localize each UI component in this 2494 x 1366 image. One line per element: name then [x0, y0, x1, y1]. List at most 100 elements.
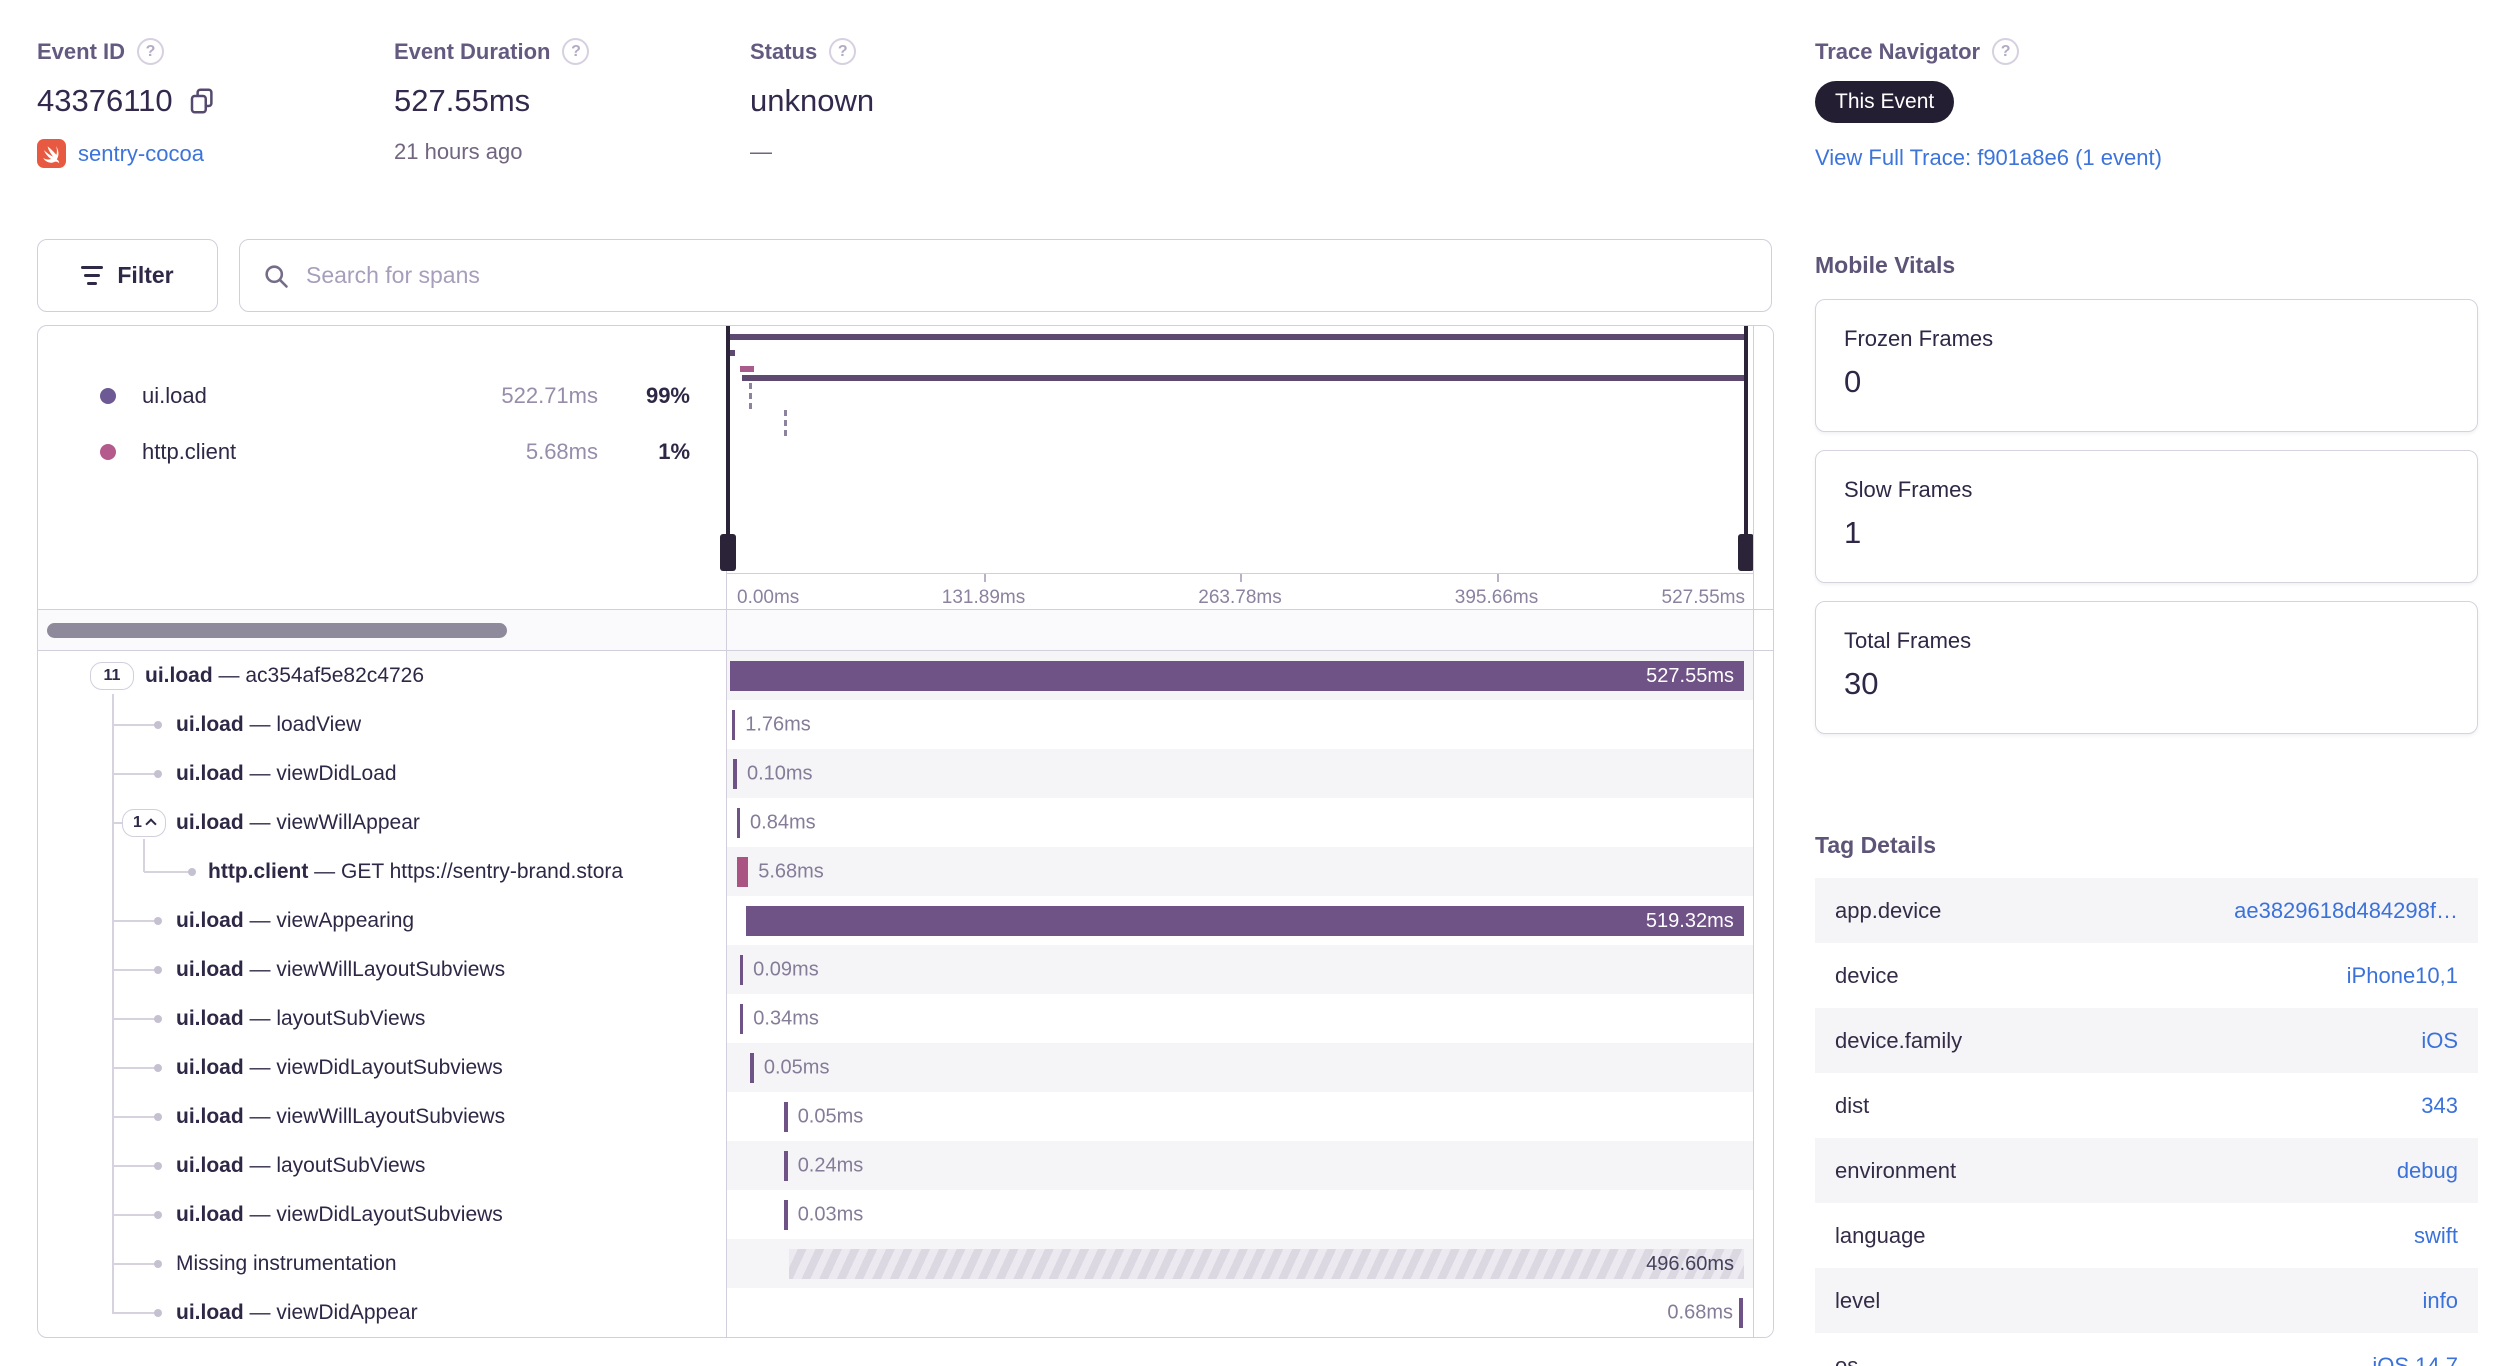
tag-key: device [1835, 962, 1899, 988]
tag-value-link[interactable]: iOS 14.7 [1858, 1353, 2458, 1366]
scroll-gutter-cell [1753, 798, 1773, 847]
span-tree-cell: 1 ui.load — viewWillAppear [38, 798, 727, 847]
span-duration-label: 0.10ms [746, 762, 813, 784]
span-duration-bar[interactable] [739, 1003, 744, 1034]
legend-op-duration: 5.68ms [525, 439, 598, 464]
scroll-gutter-cell [1753, 700, 1773, 749]
span-tree-cell: ui.load — viewDidLayoutSubviews [38, 1190, 727, 1239]
help-icon[interactable]: ? [1992, 38, 2020, 65]
span-bar-cell: 0.05ms [727, 1092, 1753, 1141]
span-row[interactable]: 1 ui.load — viewWillAppear 0.84ms [38, 798, 1773, 847]
filter-button[interactable]: Filter [37, 239, 218, 312]
minimap-right-handle-grip[interactable] [1738, 534, 1754, 571]
span-tree-cell: ui.load — viewWillLayoutSubviews [38, 945, 727, 994]
span-duration-bar[interactable] [733, 758, 737, 789]
legend-op-percent: 99% [645, 383, 690, 408]
help-icon[interactable]: ? [137, 38, 165, 65]
span-row[interactable]: ui.load — viewDidLayoutSubviews 0.05ms [38, 1043, 1773, 1092]
span-duration-bar[interactable] [737, 856, 749, 887]
minimap-canvas[interactable] [720, 326, 1754, 573]
span-label: ui.load — viewDidLayoutSubviews [176, 1202, 503, 1226]
op-color-dot [100, 388, 116, 404]
vital-card[interactable]: Slow Frames 1 [1815, 450, 2478, 583]
span-row[interactable]: Missing instrumentation 496.60ms [38, 1239, 1773, 1288]
vertical-scroll-gutter[interactable] [1753, 326, 1773, 609]
span-row[interactable]: ui.load — layoutSubViews 0.34ms [38, 994, 1773, 1043]
span-row[interactable]: ui.load — viewDidLayoutSubviews 0.03ms [38, 1190, 1773, 1239]
tag-value-link[interactable]: iPhone10,1 [1899, 963, 2458, 989]
span-tree-cell: Missing instrumentation [38, 1239, 727, 1288]
span-duration-bar[interactable] [731, 709, 736, 740]
span-row[interactable]: ui.load — loadView 1.76ms [38, 700, 1773, 749]
minimap-left-handle[interactable] [726, 326, 730, 536]
span-bar-cell: 519.32ms [727, 896, 1753, 945]
trace-navigator-label: Trace Navigator [1815, 38, 1981, 64]
span-bar-cell: 0.03ms [727, 1190, 1753, 1239]
search-input[interactable] [306, 262, 1749, 289]
vital-card[interactable]: Total Frames 30 [1815, 601, 2478, 734]
span-duration-bar[interactable] [784, 1101, 788, 1132]
op-color-dot [100, 444, 116, 460]
tree-connector [112, 968, 158, 971]
vital-card-label: Slow Frames [1844, 477, 1973, 502]
copy-icon[interactable] [187, 86, 217, 116]
tag-details-title: Tag Details [1815, 832, 1936, 858]
legend-op-label: ui.load [142, 383, 207, 408]
span-row[interactable]: ui.load — viewWillLayoutSubviews 0.05ms [38, 1092, 1773, 1141]
tag-row: dist 343 [1815, 1073, 2478, 1138]
span-label: ui.load — layoutSubViews [176, 1153, 426, 1177]
span-duration-bar[interactable]: 496.60ms [789, 1248, 1744, 1279]
tag-value-link[interactable]: iOS [1962, 1028, 2458, 1054]
span-row[interactable]: ui.load — layoutSubViews 0.24ms [38, 1141, 1773, 1190]
vital-card[interactable]: Frozen Frames 0 [1815, 299, 2478, 432]
span-duration-bar[interactable]: 527.55ms [730, 660, 1744, 691]
view-full-trace-link[interactable]: View Full Trace: f901a8e6 (1 event) [1815, 145, 2162, 170]
span-duration-bar[interactable] [784, 1150, 788, 1181]
span-tree-cell: ui.load — layoutSubViews [38, 1141, 727, 1190]
axis-tick [1496, 574, 1499, 582]
legend-item[interactable]: ui.load 522.71ms 99% [100, 368, 690, 424]
minimap-right-handle[interactable] [1744, 326, 1748, 536]
event-id-value: 43376110 [37, 83, 173, 118]
event-duration-ago: 21 hours ago [394, 139, 523, 164]
span-row[interactable]: ui.load — viewAppearing 519.32ms [38, 896, 1773, 945]
tag-value-link[interactable]: info [1880, 1288, 2458, 1314]
legend-item[interactable]: http.client 5.68ms 1% [100, 424, 690, 480]
help-icon[interactable]: ? [562, 38, 590, 65]
span-duration-bar[interactable] [784, 1199, 788, 1230]
minimap-left-handle-grip[interactable] [720, 534, 736, 571]
span-label: ui.load — viewDidAppear [176, 1300, 418, 1324]
span-duration-bar[interactable] [739, 954, 744, 985]
span-duration-bar[interactable] [750, 1052, 754, 1083]
tag-value-link[interactable]: swift [1926, 1223, 2458, 1249]
span-count-pill[interactable]: 11 [90, 661, 134, 690]
tag-key: device.family [1835, 1027, 1963, 1053]
span-row[interactable]: ui.load — viewWillLayoutSubviews 0.09ms [38, 945, 1773, 994]
trace-minimap[interactable]: 0.00ms 131.89ms 263.78ms 395.66ms 527.55ms [720, 326, 1773, 609]
tag-value-link[interactable]: ae3829618d484298f… [1941, 898, 2458, 924]
event-id-column: Event ID ? 43376110 sentry-cocoa [37, 38, 217, 168]
project-link[interactable]: sentry-cocoa [78, 141, 204, 167]
tag-value-link[interactable]: debug [1956, 1158, 2458, 1184]
span-duration-bar[interactable] [736, 807, 741, 838]
filter-button-label: Filter [117, 262, 174, 288]
collapse-pill[interactable]: 1 [122, 808, 166, 837]
span-duration-bar[interactable] [1739, 1297, 1743, 1328]
tag-value-link[interactable]: 343 [1869, 1093, 2458, 1119]
time-axis: 0.00ms 131.89ms 263.78ms 395.66ms 527.55ms [727, 573, 1753, 609]
span-row[interactable]: http.client — GET https://sentry-brand.s… [38, 847, 1773, 896]
span-tree-cell: ui.load — layoutSubViews [38, 994, 727, 1043]
event-id-label: Event ID [37, 38, 126, 64]
span-row[interactable]: ui.load — viewDidAppear 0.68ms [38, 1288, 1773, 1337]
span-row[interactable]: ui.load — viewDidLoad 0.10ms [38, 749, 1773, 798]
tag-key: language [1835, 1222, 1926, 1248]
horizontal-scrollbar-thumb[interactable] [47, 623, 507, 638]
tree-connector-dot [154, 965, 162, 974]
span-duration-bar[interactable]: 519.32ms [745, 905, 1744, 936]
tag-key: dist [1835, 1092, 1870, 1118]
help-icon[interactable]: ? [829, 38, 857, 65]
span-row[interactable]: 11 ui.load — ac354af5e82c4726 527.55ms [38, 651, 1773, 700]
horizontal-scroll-strip [38, 609, 1773, 651]
scroll-gutter-cell [1753, 1190, 1773, 1239]
span-tree-cell: http.client — GET https://sentry-brand.s… [38, 847, 727, 896]
